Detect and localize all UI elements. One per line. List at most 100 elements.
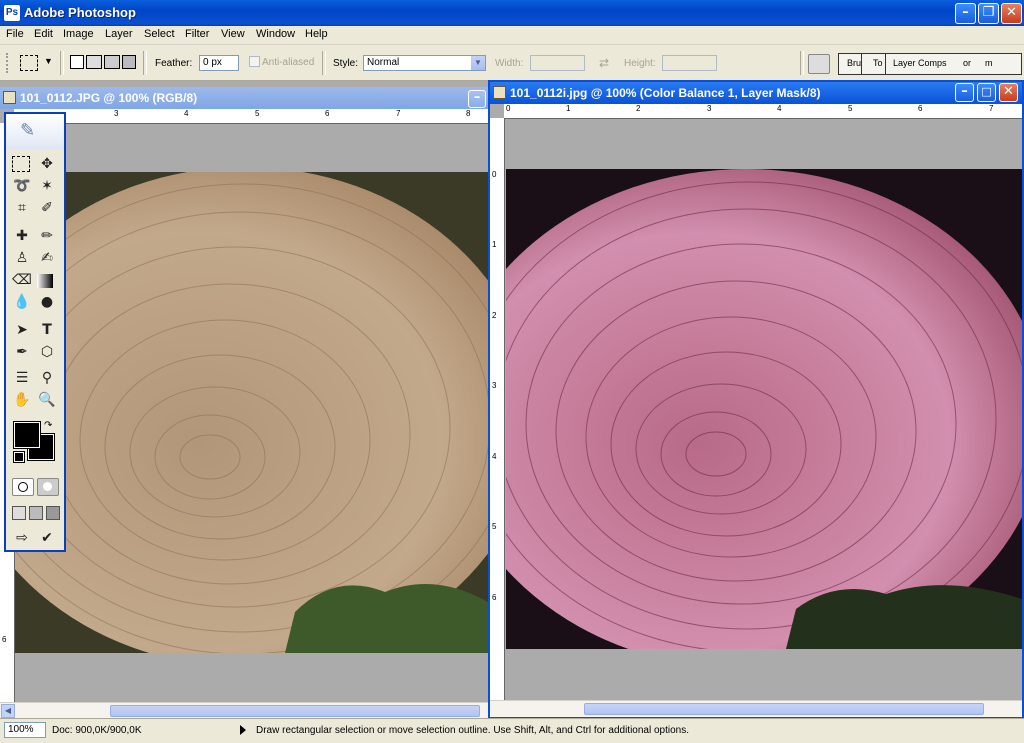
ruler-tick-label: 4 xyxy=(184,109,189,118)
lasso-tool-icon[interactable]: ➰ xyxy=(12,176,32,196)
scrollbar-thumb[interactable] xyxy=(110,705,480,717)
add-to-selection-icon[interactable] xyxy=(86,55,102,69)
minimize-button[interactable]: – xyxy=(955,3,976,24)
tool-hint: Draw rectangular selection or move selec… xyxy=(256,725,689,736)
brush-tool-icon[interactable]: ✏ xyxy=(37,226,57,246)
feather-input[interactable]: 0 px xyxy=(199,55,239,71)
scrollbar-thumb[interactable] xyxy=(584,703,984,715)
style-select[interactable]: Normal ▼ xyxy=(363,55,486,71)
status-bar: 100% Doc: 900,0K/900,0K Draw rectangular… xyxy=(0,718,1024,743)
ruler-tick-label: 5 xyxy=(848,104,853,113)
menu-help[interactable]: Help xyxy=(305,28,328,40)
palette-tab-more[interactable]: m xyxy=(985,58,993,68)
ruler-tick-label: 2 xyxy=(636,104,641,113)
close-button[interactable]: ✕ xyxy=(999,83,1018,102)
shape-tool-icon[interactable]: ⬡ xyxy=(37,342,57,362)
minimize-button[interactable]: – xyxy=(955,83,974,102)
separator xyxy=(322,51,326,75)
type-tool-icon[interactable]: T xyxy=(37,320,57,340)
menu-window[interactable]: Window xyxy=(256,28,295,40)
imageready-icon[interactable]: ✔ xyxy=(37,528,57,548)
tree-stump-image xyxy=(15,172,488,653)
palette-tab-tools[interactable]: To xyxy=(873,58,883,68)
hand-tool-icon[interactable]: ✋ xyxy=(12,390,32,410)
menu-select[interactable]: Select xyxy=(144,28,175,40)
menu-image[interactable]: Image xyxy=(63,28,94,40)
minimize-button[interactable]: – xyxy=(468,90,486,108)
marquee-tool-icon[interactable] xyxy=(12,156,30,172)
file-browser-icon[interactable] xyxy=(808,54,830,74)
gradient-tool-icon[interactable] xyxy=(37,274,53,288)
image-canvas[interactable] xyxy=(506,169,1022,649)
magic-wand-tool-icon[interactable]: ✶ xyxy=(37,176,57,196)
menu-file[interactable]: File xyxy=(6,28,24,40)
history-brush-tool-icon[interactable]: ✍ xyxy=(37,248,57,268)
palette-divider xyxy=(861,54,862,74)
image-canvas[interactable] xyxy=(15,172,488,653)
screen-mode-full-menu-icon[interactable] xyxy=(29,506,43,520)
eyedropper-tool-icon[interactable]: ⚲ xyxy=(37,368,57,388)
style-select-value: Normal xyxy=(367,57,400,68)
width-input[interactable] xyxy=(530,55,585,71)
document-size-info[interactable]: Doc: 900,0K/900,0K xyxy=(52,725,142,736)
document-title: 101_0112i.jpg @ 100% (Color Balance 1, L… xyxy=(510,86,821,100)
jump-to-imageready-icon[interactable]: ⇨ xyxy=(12,528,32,548)
height-input[interactable] xyxy=(662,55,717,71)
close-button[interactable]: ✕ xyxy=(1001,3,1022,24)
scroll-left-icon[interactable]: ◀ xyxy=(1,704,15,718)
clone-stamp-tool-icon[interactable]: ♙ xyxy=(12,248,32,268)
separator xyxy=(143,51,147,75)
notes-tool-icon[interactable]: ☰ xyxy=(12,368,32,388)
path-selection-tool-icon[interactable]: ➤ xyxy=(12,320,32,340)
swap-colors-icon[interactable]: ↷ xyxy=(44,420,52,431)
ruler-tick-label: 4 xyxy=(492,452,497,461)
standard-mode-icon[interactable] xyxy=(12,478,34,496)
menu-filter[interactable]: Filter xyxy=(185,28,209,40)
grip-handle[interactable] xyxy=(6,53,12,73)
slice-tool-icon[interactable]: ✐ xyxy=(37,198,57,218)
ruler-tick-label: 0 xyxy=(492,170,497,179)
intersect-selection-icon[interactable] xyxy=(122,55,136,69)
foreground-color-swatch[interactable] xyxy=(13,421,41,449)
palette-tab-layer-comps[interactable]: Layer Comps xyxy=(893,58,947,68)
toolbox-header[interactable]: ✎ xyxy=(6,114,64,150)
menu-edit[interactable]: Edit xyxy=(34,28,53,40)
healing-brush-tool-icon[interactable]: ✚ xyxy=(12,226,32,246)
document-window-original[interactable]: 101_0112.JPG @ 100% (RGB/8) – 3 4 5 6 7 … xyxy=(0,87,488,719)
anti-aliased-checkbox[interactable] xyxy=(249,56,260,67)
palette-tab-color[interactable]: or xyxy=(963,58,971,68)
maximize-button[interactable]: □ xyxy=(977,83,996,102)
ruler-tick-label: 3 xyxy=(114,109,119,118)
feather-label: Feather: xyxy=(155,58,193,69)
eraser-tool-icon[interactable]: ⌫ xyxy=(12,270,32,290)
chevron-down-icon[interactable]: ▼ xyxy=(471,56,485,70)
move-tool-icon[interactable]: ✥ xyxy=(37,154,57,174)
dodge-tool-icon[interactable]: ● xyxy=(37,292,57,312)
menu-view[interactable]: View xyxy=(221,28,245,40)
document-title-bar[interactable]: 101_0112.JPG @ 100% (RGB/8) – xyxy=(0,87,488,109)
status-menu-arrow-icon[interactable] xyxy=(240,725,246,735)
horizontal-ruler: 3 4 5 6 7 8 xyxy=(14,109,488,124)
crop-tool-icon[interactable]: ⌗ xyxy=(12,198,32,218)
document-window-color-balanced[interactable]: 101_0112i.jpg @ 100% (Color Balance 1, L… xyxy=(488,80,1024,718)
quick-mask-mode-icon[interactable] xyxy=(37,478,59,496)
new-selection-icon[interactable] xyxy=(70,55,84,69)
ruler-tick-label: 6 xyxy=(325,109,330,118)
swap-icon[interactable]: ⇄ xyxy=(599,56,609,70)
default-colors-icon[interactable] xyxy=(13,451,25,463)
screen-mode-standard-icon[interactable] xyxy=(12,506,26,520)
zoom-input[interactable]: 100% xyxy=(4,722,46,738)
horizontal-scrollbar[interactable] xyxy=(490,700,1022,717)
document-title-bar[interactable]: 101_0112i.jpg @ 100% (Color Balance 1, L… xyxy=(490,82,1022,104)
rect-marquee-icon[interactable] xyxy=(20,55,38,71)
zoom-tool-icon[interactable]: 🔍 xyxy=(37,390,57,410)
restore-button[interactable]: ❐ xyxy=(978,3,999,24)
palette-tab-brushes[interactable]: Bru xyxy=(847,58,861,68)
tool-preset-dropdown-icon[interactable]: ▼ xyxy=(44,56,53,66)
menu-layer[interactable]: Layer xyxy=(105,28,133,40)
subtract-selection-icon[interactable] xyxy=(104,55,120,69)
screen-mode-full-icon[interactable] xyxy=(46,506,60,520)
pen-tool-icon[interactable]: ✒ xyxy=(12,342,32,362)
blur-tool-icon[interactable]: 💧 xyxy=(12,292,32,312)
horizontal-scrollbar[interactable]: ◀ xyxy=(0,702,488,719)
